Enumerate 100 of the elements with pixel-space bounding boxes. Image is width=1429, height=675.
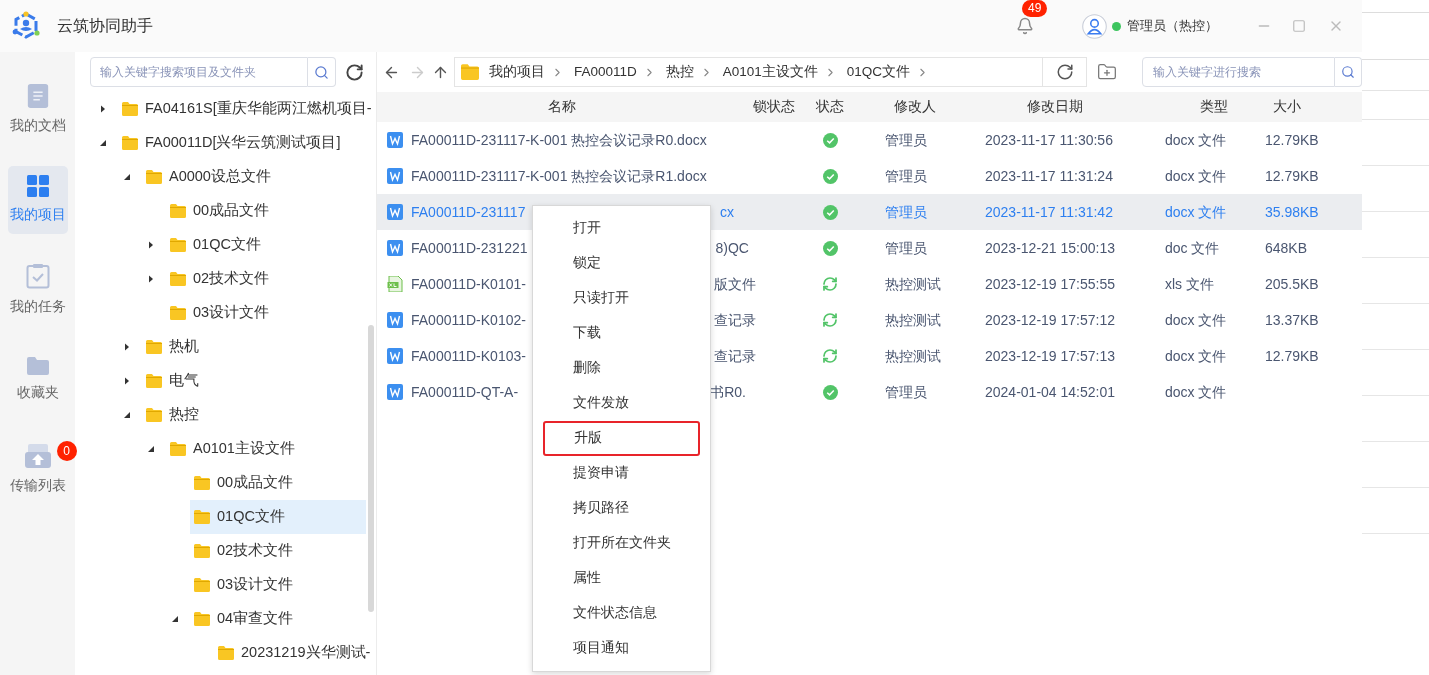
file-search-field[interactable]: 输入关键字进行搜索 [1142,57,1335,87]
tree-item[interactable]: 00成品文件 [190,466,306,500]
avatar-icon[interactable] [1082,13,1107,39]
tree-item[interactable]: 电气 [142,364,211,398]
nav-item[interactable]: 我的任务 [9,296,66,318]
file-name: cx [720,202,734,222]
size-cell: 35.98KB [1265,203,1319,220]
refresh-button[interactable] [1043,57,1088,87]
type-cell: docx 文件 [1165,347,1227,364]
refresh-icon[interactable] [1055,63,1074,81]
spreadsheet-file-icon [387,276,403,292]
tree-item[interactable]: 01QC文件 [166,228,273,262]
modifier-cell: 热控测试 [885,347,941,364]
tree-item[interactable]: 01QC文件 [190,500,366,534]
search-field[interactable]: 输入关键字搜索项目及文件夹 [90,57,308,87]
search-button[interactable] [308,57,336,87]
folder-icon [194,510,210,524]
expanded-caret-icon[interactable] [171,615,179,623]
expanded-caret-icon[interactable] [123,173,131,181]
breadcrumb-item[interactable]: 热控 [665,61,694,83]
refresh-icon[interactable] [345,62,364,82]
tree-item[interactable]: 03设计文件 [166,296,282,330]
type-cell: docx 文件 [1165,383,1227,400]
column-header[interactable]: 状态 [816,98,844,114]
nav-item[interactable]: 我的文档 [9,115,66,137]
tree-item[interactable]: 04审查文件 [190,602,306,636]
modifier-cell: 热控测试 [885,311,941,328]
nav-item[interactable]: 收藏夹 [16,382,59,404]
file-name: 书R0. [710,382,746,402]
collapsed-caret-icon[interactable] [147,241,155,249]
tree-item[interactable]: 00成品文件 [166,194,282,228]
folder-icon [170,204,186,218]
column-header[interactable]: 锁状态 [752,98,795,114]
word-file-icon [387,384,403,400]
collapsed-caret-icon[interactable] [147,275,155,283]
modifier-cell: 管理员 [885,383,927,400]
menu-item[interactable]: 提资申请 [533,456,710,491]
type-cell: docx 文件 [1165,167,1227,184]
upload-tray-icon [24,443,51,468]
tree-item[interactable]: FA04161S[重庆华能两江燃机项目- [118,92,376,126]
menu-item[interactable]: 升版 [543,421,700,456]
collapsed-caret-icon[interactable] [99,105,107,113]
column-header[interactable]: 修改日期 [1027,98,1083,114]
menu-item[interactable]: 项目通知 [533,631,710,666]
size-cell: 648KB [1265,239,1308,256]
search-icon[interactable] [314,64,329,80]
expanded-caret-icon[interactable] [147,445,155,453]
tree-item[interactable]: 热控 [142,398,211,432]
folder-icon [194,544,210,558]
menu-item[interactable]: 删除 [533,351,710,386]
breadcrumb-item[interactable]: A0101主设文件 [722,61,818,83]
search-icon[interactable] [1341,65,1355,79]
expanded-caret-icon[interactable] [123,411,131,419]
breadcrumb-item[interactable]: 01QC文件 [846,61,911,83]
file-name: FA00011D-231117 [411,202,527,222]
folder-icon [26,356,49,375]
tree-item[interactable]: FA00011D[兴华云筑测试项目] [118,126,353,160]
nav-item[interactable]: 传输列表 [9,475,66,497]
tree-item[interactable]: A0101主设文件 [166,432,307,466]
folder-icon [122,102,138,116]
file-name: 8)QC [715,238,749,258]
collapsed-caret-icon[interactable] [123,377,131,385]
tree-item[interactable]: 20231219兴华测试- [214,636,376,670]
menu-item[interactable]: 属性 [533,561,710,596]
folder-icon [460,64,479,80]
menu-item[interactable]: 拷贝路径 [533,491,710,526]
tree-item[interactable]: A0000设总文件 [142,160,283,194]
app-title: 云筑协同助手 [57,16,153,36]
menu-item[interactable]: 只读打开 [533,281,710,316]
tree-item[interactable]: 热机 [142,330,211,364]
column-header[interactable]: 类型 [1200,98,1228,114]
breadcrumb-item[interactable]: 我的项目 [488,61,545,83]
column-header[interactable]: 大小 [1273,98,1301,114]
expanded-caret-icon[interactable] [99,139,107,147]
file-name: FA00011D-QT-A- [411,382,520,402]
date-cell: 2023-11-17 11:31:42 [985,203,1113,220]
menu-item[interactable]: 锁定 [533,246,710,281]
word-file-icon [387,132,403,148]
tree-item[interactable]: 03设计文件 [190,568,306,602]
notification-bell-icon[interactable] [1016,17,1034,35]
modifier-cell: 管理员 [885,239,927,256]
modifier-cell: 管理员 [885,203,927,220]
folder-icon [194,612,210,626]
folder-icon [122,136,138,150]
tree-item[interactable]: 02技术文件 [166,262,282,296]
menu-item[interactable]: 文件发放 [533,386,710,421]
breadcrumb-item[interactable]: FA00011D [573,61,637,83]
menu-item[interactable]: 打开所在文件夹 [533,526,710,561]
menu-item[interactable]: 下载 [533,316,710,351]
menu-item[interactable]: 文件状态信息 [533,596,710,631]
scrollbar[interactable] [368,325,374,612]
folder-icon [146,340,162,354]
column-header[interactable]: 修改人 [894,98,936,114]
date-cell: 2023-12-19 17:57:13 [985,347,1115,364]
size-cell: 12.79KB [1265,131,1319,148]
folder-icon [146,408,162,422]
collapsed-caret-icon[interactable] [123,343,131,351]
tree-item[interactable]: 02技术文件 [190,534,306,568]
new-folder-icon[interactable] [1097,62,1118,82]
column-header[interactable]: 名称 [547,98,576,114]
